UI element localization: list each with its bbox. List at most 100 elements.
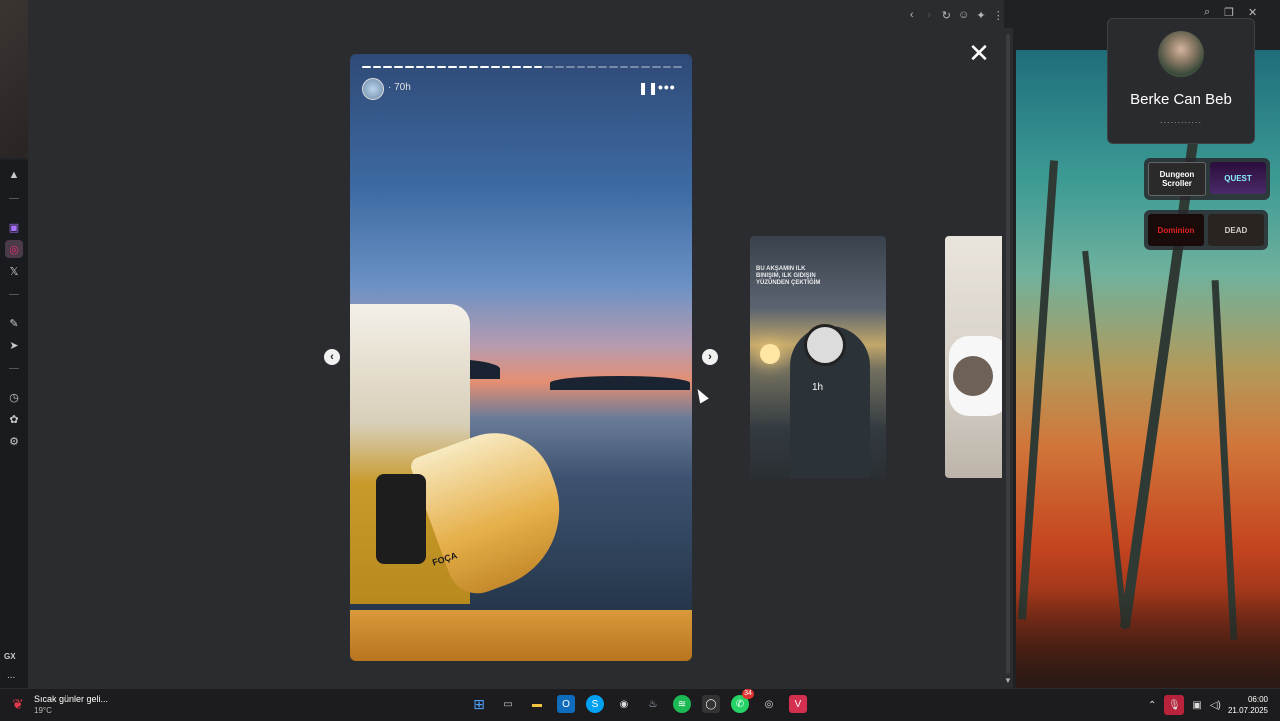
weather-icon[interactable]: ❦ bbox=[12, 696, 30, 714]
system-clock[interactable]: 06:00 21.07.2025 bbox=[1222, 694, 1268, 716]
weather-temp[interactable]: 19°C bbox=[34, 706, 52, 715]
back-icon[interactable]: ‹ bbox=[905, 8, 918, 23]
opera-gx-icon[interactable]: ◯ bbox=[702, 695, 720, 713]
history-icon[interactable]: ◷ bbox=[5, 388, 23, 406]
progress-segment bbox=[523, 66, 532, 68]
paint-brush-icon[interactable]: ✎ bbox=[5, 314, 23, 332]
game-tile[interactable]: Dungeon Scroller bbox=[1148, 162, 1206, 196]
gx-label[interactable]: GX bbox=[4, 652, 16, 661]
progress-segment bbox=[404, 66, 414, 68]
sun-shape bbox=[760, 344, 780, 364]
face-avatar bbox=[804, 324, 846, 366]
network-icon[interactable]: ▣ bbox=[1192, 700, 1201, 711]
aria-icon[interactable]: ▲ bbox=[5, 166, 23, 184]
cat-shape bbox=[953, 356, 993, 396]
more-icon[interactable]: ••• bbox=[658, 79, 678, 95]
progress-segment bbox=[480, 66, 489, 68]
progress-segment bbox=[598, 66, 607, 68]
story-progress-bar bbox=[362, 66, 683, 68]
valorant-icon[interactable]: V bbox=[789, 695, 807, 713]
pause-icon[interactable]: ❚❚ bbox=[638, 81, 658, 95]
sidebar-divider bbox=[9, 198, 19, 199]
story-timestamp: · 70h bbox=[388, 82, 411, 93]
progress-segment bbox=[512, 66, 522, 68]
weather-text[interactable]: Sıcak günler geli... bbox=[34, 694, 108, 704]
voice-call-card[interactable]: Berke Can Beb ............ bbox=[1107, 18, 1255, 144]
start-icon[interactable]: ⊞ bbox=[470, 695, 488, 713]
bookmark-icon[interactable]: ➤ bbox=[5, 336, 23, 354]
story-card[interactable]: · 70h ❚❚ ••• FOÇA bbox=[350, 54, 692, 661]
progress-segment bbox=[458, 66, 468, 68]
sidebar-more-icon[interactable]: ... bbox=[7, 670, 15, 681]
progress-segment bbox=[469, 66, 479, 68]
skype-icon[interactable]: S bbox=[586, 695, 604, 713]
progress-segment bbox=[533, 66, 543, 68]
game-tile[interactable]: QUEST bbox=[1210, 162, 1266, 194]
whatsapp-icon[interactable]: ✆ 34 bbox=[731, 689, 754, 713]
progress-segment bbox=[501, 66, 511, 68]
chevron-left-icon[interactable]: ‹ bbox=[324, 349, 340, 365]
browser-toolbar: ‹ › ↻ ☺ ✦ ⋮ bbox=[905, 6, 1005, 24]
sidebar-divider bbox=[9, 368, 19, 369]
browser-sidebar: ▲ ▣ ◎ 𝕏 ✎ ➤ ◷ ✿ ⚙ GX ... bbox=[0, 160, 28, 688]
microphone-icon[interactable]: 🎙 bbox=[1164, 695, 1185, 715]
following-story-thumbnail[interactable] bbox=[945, 236, 1002, 478]
extensions-icon[interactable]: ✿ bbox=[5, 410, 23, 428]
outlook-icon[interactable]: O bbox=[557, 695, 575, 713]
sidebar-divider bbox=[9, 294, 19, 295]
progress-segment bbox=[673, 66, 683, 68]
thumbnail-age: 1h bbox=[812, 382, 824, 393]
wallpaper bbox=[1016, 50, 1280, 688]
chevron-up-icon[interactable]: ⌃ bbox=[1148, 700, 1156, 711]
close-icon[interactable]: ✕ bbox=[966, 40, 992, 66]
instagram-icon[interactable]: ◎ bbox=[5, 240, 23, 258]
settings-icon[interactable]: ⚙ bbox=[5, 432, 23, 450]
progress-segment bbox=[555, 66, 564, 68]
progress-segment bbox=[437, 66, 446, 68]
progress-segment bbox=[641, 66, 650, 68]
twitch-icon[interactable]: ▣ bbox=[5, 218, 23, 236]
progress-segment bbox=[362, 66, 371, 68]
obs-icon[interactable]: ◉ bbox=[615, 695, 633, 713]
progress-segment bbox=[565, 66, 575, 68]
chevron-right-icon[interactable]: › bbox=[702, 349, 718, 365]
progress-segment bbox=[619, 66, 629, 68]
scroll-down-icon[interactable]: ▼ bbox=[1004, 676, 1012, 685]
scrollbar[interactable]: ▼ bbox=[1002, 28, 1013, 688]
caller-name: Berke Can Beb bbox=[1130, 91, 1232, 108]
tree-trunk bbox=[1211, 280, 1238, 640]
taskbar-apps: ⊞ ▭ ▬ O S ◉ ♨ ≋ ◯ ✆ 34 ◎ V bbox=[470, 689, 807, 713]
tree-trunk bbox=[1082, 250, 1128, 630]
discord-icon[interactable]: ◎ bbox=[760, 695, 778, 713]
call-status: ............ bbox=[1159, 115, 1202, 125]
story-author-avatar[interactable] bbox=[362, 78, 384, 100]
progress-segment bbox=[608, 66, 618, 68]
forward-icon[interactable]: › bbox=[922, 8, 935, 23]
game-tile[interactable]: DEAD bbox=[1208, 214, 1264, 246]
spotify-icon[interactable]: ≋ bbox=[673, 695, 691, 713]
progress-segment bbox=[587, 66, 597, 68]
file-explorer-icon[interactable]: ▬ bbox=[528, 695, 546, 713]
steam-icon[interactable]: ♨ bbox=[644, 695, 662, 713]
clock-date: 21.07.2025 bbox=[1227, 706, 1268, 715]
pin-icon[interactable]: ✦ bbox=[974, 8, 987, 23]
grass-shape bbox=[1016, 590, 1280, 688]
clock-time: 06:00 bbox=[1247, 695, 1268, 704]
x-twitter-icon[interactable]: 𝕏 bbox=[5, 262, 23, 280]
task-view-icon[interactable]: ▭ bbox=[499, 695, 517, 713]
reload-icon[interactable]: ↻ bbox=[940, 8, 953, 23]
progress-segment bbox=[383, 66, 393, 68]
volume-icon[interactable]: ◁) bbox=[1210, 700, 1221, 711]
progress-segment bbox=[662, 66, 672, 68]
next-story-thumbnail[interactable]: BU AKŞAMIN ILK BINIŞIM, ILK GIDIŞIN YÜZÜ… bbox=[750, 236, 886, 478]
menu-icon[interactable]: ⋮ bbox=[992, 8, 1005, 23]
game-tile[interactable]: Dominion bbox=[1148, 214, 1204, 246]
windows-taskbar: ❦ Sıcak günler geli... 19°C ⊞ ▭ ▬ O S ◉ … bbox=[0, 688, 1280, 721]
thumbnail-caption: BU AKŞAMIN ILK BINIŞIM, ILK GIDIŞIN YÜZÜ… bbox=[756, 266, 821, 286]
progress-segment bbox=[394, 66, 403, 68]
emoji-icon[interactable]: ☺ bbox=[957, 8, 970, 23]
scrollbar-track[interactable] bbox=[1006, 34, 1010, 674]
outboard-engine-shape bbox=[376, 474, 426, 564]
system-tray: ⌃ 🎙 ▣ ◁) bbox=[1148, 695, 1221, 715]
progress-segment bbox=[426, 66, 436, 68]
